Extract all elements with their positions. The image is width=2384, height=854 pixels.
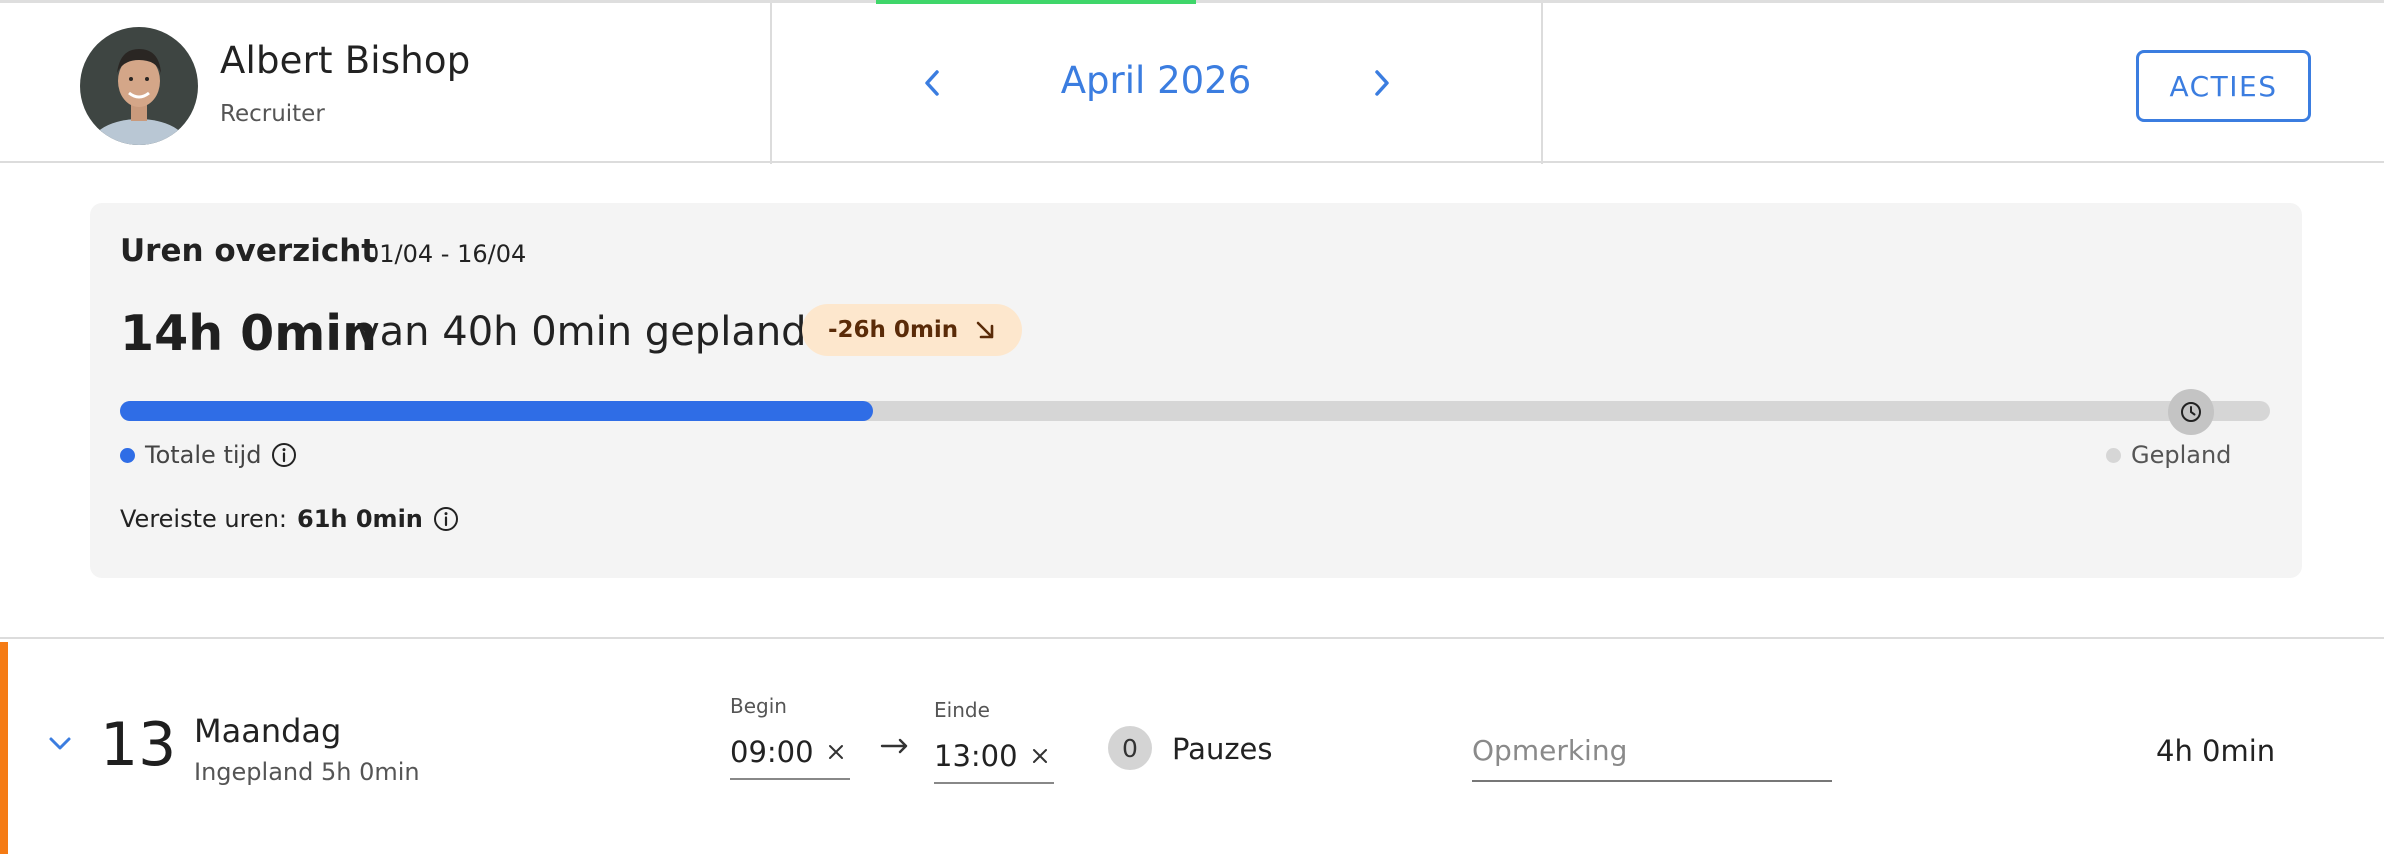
overview-title: Uren overzicht [120, 233, 377, 269]
month-label: April 2026 [1060, 59, 1252, 102]
overview-date-range: 01/04 - 16/04 [364, 240, 527, 268]
day-planned-hours: Ingepland 5h 0min [194, 758, 420, 786]
begin-time-field [730, 726, 850, 780]
end-time-field [934, 730, 1054, 784]
clock-icon [2181, 402, 2201, 422]
remark-input[interactable] [1472, 733, 1832, 767]
legend-total-label: Totale tijd [145, 441, 262, 469]
end-label: Einde [934, 698, 990, 722]
day-name: Maandag [194, 712, 342, 750]
previous-month-button[interactable] [912, 63, 952, 103]
day-row-accent [0, 642, 8, 854]
chevron-right-icon [1375, 70, 1389, 96]
hours-progress-fill [120, 401, 873, 421]
header-divider [1541, 3, 1543, 164]
section-divider [0, 637, 2384, 639]
user-role: Recruiter [220, 101, 325, 127]
actions-button[interactable]: ACTIES [2136, 50, 2311, 122]
user-name: Albert Bishop [220, 39, 471, 82]
arrow-right-icon [880, 736, 910, 760]
day-total-hours: 4h 0min [2156, 734, 2276, 768]
close-icon [829, 745, 843, 759]
remark-field [1472, 720, 1832, 782]
hours-progress-track [120, 401, 2270, 421]
planned-marker [2168, 389, 2214, 435]
end-time-input[interactable] [934, 739, 1022, 773]
legend-total: Totale tijd [120, 441, 297, 469]
info-icon[interactable] [271, 442, 297, 468]
hours-overview-card: Uren overzicht 01/04 - 16/04 14h 0min va… [90, 203, 2302, 578]
avatar [80, 27, 198, 145]
chevron-left-icon [925, 70, 939, 96]
required-hours: Vereiste uren: 61h 0min [120, 505, 459, 533]
required-hours-label: Vereiste uren: [120, 505, 288, 533]
pauses-count-badge[interactable]: 0 [1108, 726, 1152, 770]
active-tab-indicator [876, 0, 1196, 4]
legend-planned-label: Gepland [2131, 441, 2232, 469]
begin-label: Begin [730, 694, 787, 718]
pauses-label[interactable]: Pauzes [1172, 732, 1273, 766]
hours-delta-value: -26h 0min [828, 317, 959, 343]
required-hours-value: 61h 0min [297, 505, 423, 533]
info-icon[interactable] [433, 506, 459, 532]
expand-day-button[interactable] [44, 728, 76, 760]
begin-time-input[interactable] [730, 735, 818, 769]
clear-begin-button[interactable] [824, 740, 848, 764]
legend-planned: Gepland [2106, 441, 2231, 469]
hours-delta-badge: -26h 0min [802, 304, 1023, 356]
arrow-down-right-icon [976, 321, 994, 339]
day-number: 13 [100, 710, 177, 780]
total-hours: 14h 0min [120, 305, 377, 362]
legend-planned-dot [2106, 447, 2121, 463]
clear-end-button[interactable] [1028, 744, 1052, 768]
close-icon [1033, 749, 1047, 763]
planned-hours-text: van 40h 0min gepland [356, 309, 807, 355]
top-bar: Albert Bishop Recruiter April 2026 ACTIE… [0, 0, 2384, 164]
header-divider [770, 3, 772, 164]
chevron-down-icon [49, 737, 71, 750]
legend-total-dot [120, 447, 135, 463]
next-month-button[interactable] [1362, 63, 1402, 103]
